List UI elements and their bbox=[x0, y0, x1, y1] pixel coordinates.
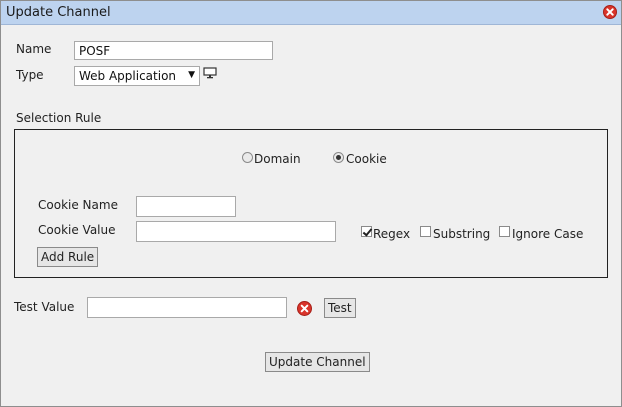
cookie-name-label: Cookie Name bbox=[38, 198, 118, 212]
substring-label[interactable]: Substring bbox=[433, 227, 490, 241]
clear-icon[interactable] bbox=[297, 301, 312, 316]
add-rule-button[interactable]: Add Rule bbox=[37, 247, 99, 267]
ignore-case-label[interactable]: Ignore Case bbox=[512, 227, 583, 241]
close-icon[interactable] bbox=[603, 5, 617, 19]
ignore-case-checkbox[interactable] bbox=[499, 226, 510, 237]
monitor-icon bbox=[203, 67, 217, 79]
dialog-titlebar[interactable]: Update Channel bbox=[1, 1, 621, 25]
test-value-input[interactable] bbox=[87, 297, 287, 318]
selection-rule-label: Selection Rule bbox=[16, 111, 102, 125]
regex-checkbox[interactable] bbox=[361, 226, 372, 237]
type-label: Type bbox=[16, 68, 44, 82]
domain-radio[interactable] bbox=[242, 152, 253, 163]
cookie-value-input[interactable] bbox=[136, 221, 336, 242]
regex-label[interactable]: Regex bbox=[373, 227, 410, 241]
update-channel-button[interactable]: Update Channel bbox=[265, 352, 370, 372]
name-label: Name bbox=[16, 42, 52, 56]
substring-checkbox[interactable] bbox=[420, 226, 431, 237]
update-channel-dialog: Update Channel Name POSF Type Web Applic… bbox=[0, 0, 622, 407]
chevron-down-icon: ▼ bbox=[188, 70, 195, 80]
test-value-label: Test Value bbox=[14, 300, 75, 314]
domain-radio-label[interactable]: Domain bbox=[254, 152, 301, 166]
type-select[interactable]: Web Application ▼ bbox=[74, 66, 200, 86]
cookie-name-input[interactable] bbox=[136, 196, 236, 217]
selection-rule-group: Domain Cookie Cookie Name Cookie Value R… bbox=[14, 129, 608, 278]
cookie-radio-label[interactable]: Cookie bbox=[346, 152, 387, 166]
type-select-value: Web Application bbox=[79, 69, 177, 83]
cookie-radio[interactable] bbox=[333, 152, 344, 163]
name-input[interactable]: POSF bbox=[74, 41, 273, 60]
test-button[interactable]: Test bbox=[324, 298, 356, 318]
cookie-value-label: Cookie Value bbox=[38, 223, 116, 237]
dialog-title: Update Channel bbox=[6, 5, 111, 20]
